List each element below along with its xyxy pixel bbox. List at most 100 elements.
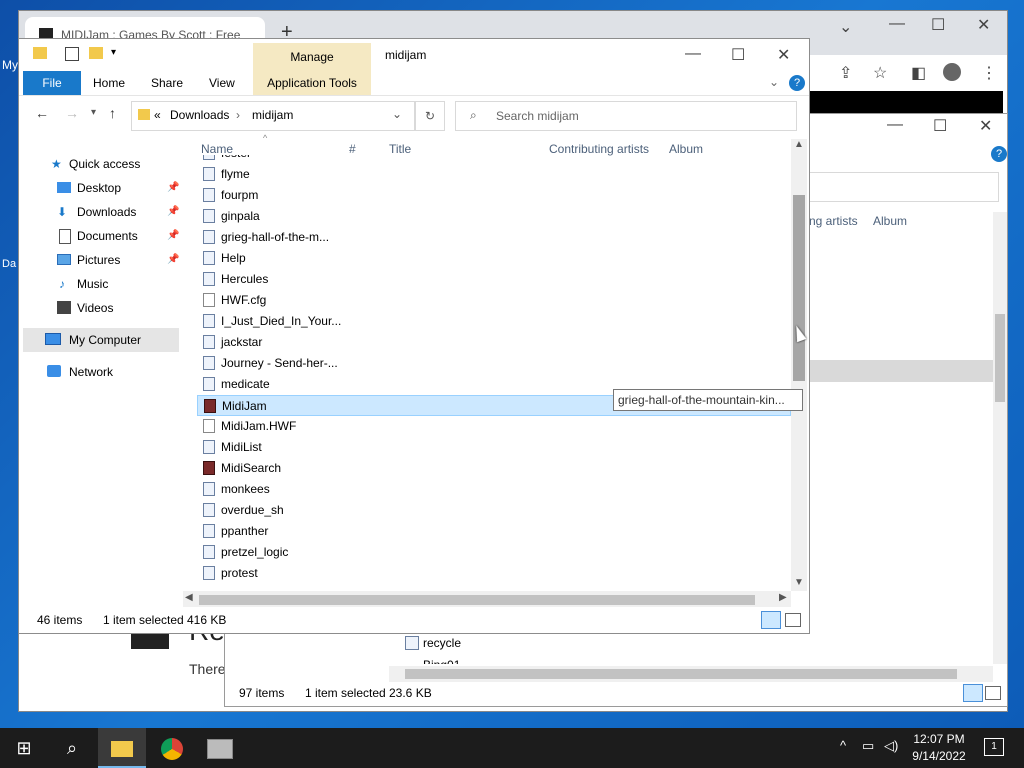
- chrome-minimize-icon[interactable]: —: [889, 15, 905, 33]
- breadcrumb-midijam[interactable]: midijam: [252, 108, 293, 122]
- show-hidden-icons-icon[interactable]: ^: [840, 738, 846, 753]
- address-overflow[interactable]: «: [154, 108, 161, 122]
- volume-icon[interactable]: ◁): [884, 738, 898, 754]
- file-name: protest: [221, 566, 258, 580]
- horizontal-scroll-thumb[interactable]: [199, 595, 755, 605]
- new-folder-icon[interactable]: [89, 47, 103, 59]
- file-row[interactable]: pretzel_logic: [197, 542, 791, 563]
- back-maximize-icon[interactable]: ☐: [933, 116, 947, 136]
- back-scroll-thumb[interactable]: [995, 314, 1005, 402]
- printer-taskbar-icon[interactable]: [196, 728, 244, 768]
- back-search-input[interactable]: [807, 172, 999, 202]
- chrome-menu-icon[interactable]: ⋮: [981, 63, 997, 83]
- file-row[interactable]: fester: [197, 155, 791, 164]
- forward-arrow-icon[interactable]: →: [65, 105, 79, 121]
- refresh-icon[interactable]: ↻: [415, 101, 445, 131]
- file-row[interactable]: MidiJam.HWF: [197, 416, 791, 437]
- profile-avatar-icon[interactable]: [943, 63, 961, 81]
- file-row[interactable]: ginpala: [197, 206, 791, 227]
- bookmark-star-icon[interactable]: ☆: [873, 63, 887, 83]
- file-explorer-taskbar-icon[interactable]: [98, 728, 146, 768]
- help-icon[interactable]: ?: [789, 75, 805, 91]
- file-row[interactable]: I_Just_Died_In_Your...: [197, 311, 791, 332]
- manage-tab[interactable]: Manage: [253, 43, 371, 71]
- file-row[interactable]: grieg-hall-of-the-m...: [197, 227, 791, 248]
- side-panel-icon[interactable]: ◧: [911, 63, 926, 83]
- expand-ribbon-icon[interactable]: ⌄: [769, 75, 779, 89]
- file-row[interactable]: protest: [197, 563, 791, 584]
- address-dropdown-icon[interactable]: ⌄: [392, 107, 402, 121]
- up-arrow-icon[interactable]: ↑: [109, 105, 116, 121]
- application-icon: [203, 461, 215, 475]
- file-row[interactable]: monkees: [197, 479, 791, 500]
- chrome-taskbar-icon[interactable]: [148, 728, 196, 768]
- desktop-icon-label[interactable]: My: [2, 58, 18, 72]
- status-size: 416 KB: [187, 613, 227, 627]
- file-name: fourpm: [221, 188, 259, 202]
- window-title: midijam: [385, 48, 427, 62]
- chrome-tab-search-icon[interactable]: ⌄: [839, 17, 852, 37]
- file-row[interactable]: HWF.cfg: [197, 290, 791, 311]
- status-selected: 1 item selected: [103, 613, 184, 627]
- back-arrow-icon[interactable]: ←: [35, 105, 49, 121]
- file-row[interactable]: Journey - Send-her-...: [197, 353, 791, 374]
- breadcrumb-separator[interactable]: ›: [236, 108, 240, 122]
- file-menu-tab[interactable]: File: [23, 71, 81, 95]
- details-view-icon[interactable]: [761, 611, 781, 629]
- file-row[interactable]: overdue_sh: [197, 500, 791, 521]
- back-hscroll-thumb[interactable]: [405, 669, 957, 679]
- file-row[interactable]: MidiList: [197, 437, 791, 458]
- back-minimize-icon[interactable]: —: [887, 116, 903, 134]
- file-row[interactable]: fourpm: [197, 185, 791, 206]
- file-row[interactable]: jackstar: [197, 332, 791, 353]
- chrome-close-icon[interactable]: ✕: [977, 15, 990, 35]
- minimize-icon[interactable]: —: [685, 45, 701, 63]
- desktop-icon-label[interactable]: Da: [2, 258, 16, 270]
- scroll-right-icon[interactable]: ▶: [779, 592, 787, 603]
- back-col-album[interactable]: Album: [873, 214, 907, 228]
- quick-access-toolbar-dropdown-icon[interactable]: ▾: [111, 47, 116, 58]
- search-input[interactable]: ⌕ Search midijam: [455, 101, 797, 131]
- search-taskbar-icon[interactable]: ⌕: [48, 728, 96, 768]
- file-row[interactable]: Hercules: [197, 269, 791, 290]
- tab-application-tools[interactable]: Application Tools: [253, 71, 371, 95]
- details-view-icon[interactable]: [963, 684, 983, 702]
- scroll-up-icon[interactable]: ▲: [794, 139, 804, 150]
- network-status-icon[interactable]: ▭: [862, 738, 874, 754]
- back-close-icon[interactable]: ✕: [979, 116, 992, 136]
- share-icon[interactable]: ⇪: [839, 63, 852, 83]
- audio-file-icon: [203, 503, 215, 517]
- tab-view[interactable]: View: [209, 71, 235, 95]
- file-row[interactable]: MidiSearch: [197, 458, 791, 479]
- system-clock[interactable]: 12:07 PM 9/14/2022: [900, 731, 978, 767]
- back-scrollbar[interactable]: [993, 212, 1007, 664]
- tab-home[interactable]: Home: [93, 71, 125, 95]
- file-name[interactable]: recycle: [423, 636, 461, 650]
- file-row[interactable]: ppanther: [197, 521, 791, 542]
- address-bar[interactable]: « Downloads › midijam ⌄: [131, 101, 415, 131]
- file-name: monkees: [221, 482, 270, 496]
- back-col-contributing[interactable]: ng artists: [809, 214, 858, 228]
- file-name: jackstar: [221, 335, 263, 349]
- start-button[interactable]: ⊞: [0, 728, 48, 768]
- audio-file-icon: [203, 440, 215, 454]
- back-help-icon[interactable]: ?: [991, 146, 1007, 162]
- scroll-left-icon[interactable]: ◀: [185, 592, 193, 603]
- file-name[interactable]: Bing01: [423, 658, 460, 664]
- back-selected-row[interactable]: [807, 360, 993, 382]
- large-icons-view-icon[interactable]: [785, 613, 801, 627]
- close-icon[interactable]: ✕: [777, 45, 790, 65]
- file-row[interactable]: Help: [197, 248, 791, 269]
- large-icons-view-icon[interactable]: [985, 686, 1001, 700]
- breadcrumb-downloads[interactable]: Downloads: [170, 108, 229, 122]
- properties-icon[interactable]: [65, 47, 79, 61]
- recent-locations-icon[interactable]: ▾: [91, 107, 96, 118]
- file-row[interactable]: flyme: [197, 164, 791, 185]
- file-name: Help: [221, 251, 246, 265]
- tab-share[interactable]: Share: [151, 71, 183, 95]
- scroll-down-icon[interactable]: ▼: [794, 577, 804, 588]
- chrome-maximize-icon[interactable]: ☐: [931, 15, 945, 35]
- notification-center-icon[interactable]: 1: [984, 738, 1004, 756]
- vertical-scroll-thumb[interactable]: [793, 195, 805, 381]
- maximize-icon[interactable]: ☐: [731, 45, 745, 65]
